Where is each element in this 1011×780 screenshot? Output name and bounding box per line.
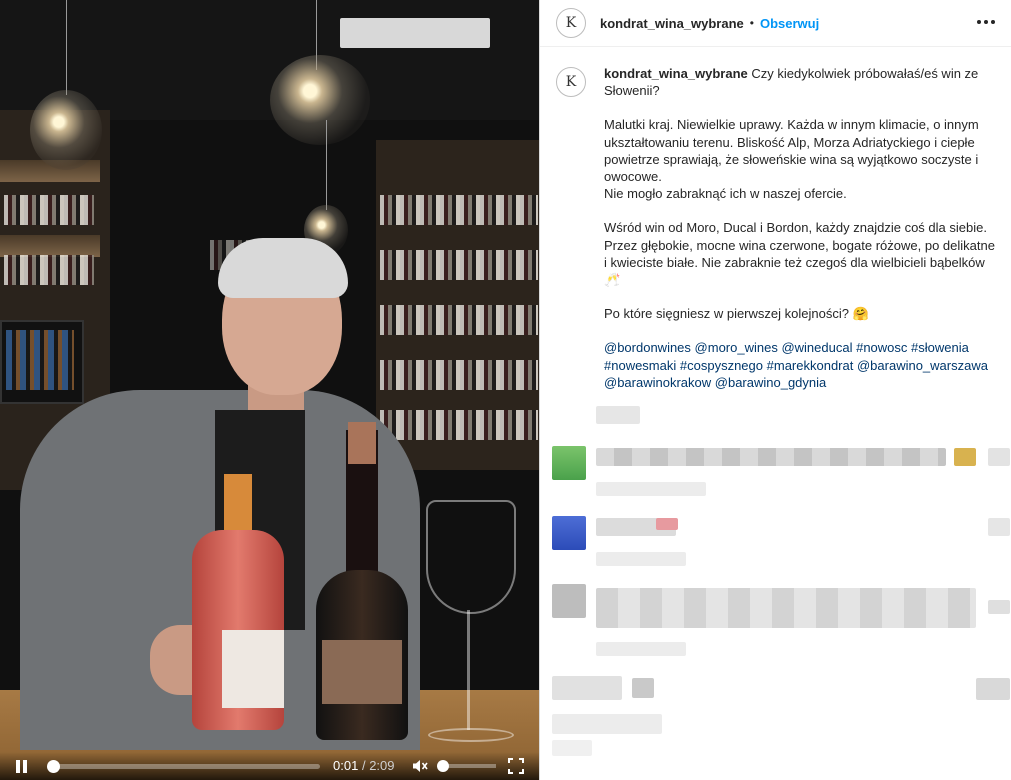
separator-dot: •	[749, 16, 754, 30]
volume-slider[interactable]	[436, 760, 496, 772]
post-sidebar: K kondrat_wina_wybrane • Obserwuj K kond…	[539, 0, 1011, 780]
progress-handle[interactable]	[47, 760, 61, 773]
volume-handle[interactable]	[436, 760, 449, 772]
header-username[interactable]: kondrat_wina_wybrane	[600, 16, 744, 31]
hashtag-link[interactable]: #słowenia	[911, 340, 969, 355]
caption-para2b: Nie mogło zabraknąć ich w naszej ofercie…	[604, 186, 847, 202]
caption-section: K kondrat_wina_wybrane Czy kiedykolwiek …	[540, 47, 1011, 391]
hashtag-link[interactable]: @barawino_warszawa	[857, 358, 988, 373]
more-options-icon[interactable]	[977, 14, 997, 30]
hashtag-link[interactable]: #cospysznego	[680, 358, 763, 373]
clinking-glasses-emoji: 🥂	[604, 272, 621, 288]
current-time: 0:01	[333, 758, 359, 773]
progress-bar[interactable]	[47, 760, 320, 773]
caption-para2: Malutki kraj. Niewielkie uprawy. Każda w…	[604, 117, 979, 185]
caption-avatar-logo: K	[565, 74, 577, 90]
caption-username[interactable]: kondrat_wina_wybrane	[604, 66, 748, 81]
caption-para3: Wśród win od Moro, Ducal i Bordon, każdy…	[604, 220, 995, 270]
post-header: K kondrat_wina_wybrane • Obserwuj	[540, 0, 1011, 47]
duration: 2:09	[369, 758, 395, 773]
volume-muted-icon[interactable]	[412, 758, 428, 774]
hashtag-link[interactable]: @barawino_gdynia	[715, 375, 827, 390]
hashtags: @bordonwines @moro_wines @wineducal #now…	[604, 339, 996, 391]
hashtag-link[interactable]: @moro_wines	[695, 340, 778, 355]
avatar[interactable]: K	[556, 8, 586, 38]
avatar-logo: K	[565, 15, 577, 31]
caption-text: kondrat_wina_wybrane Czy kiedykolwiek pr…	[604, 65, 996, 391]
hashtag-link[interactable]: #nowosc	[856, 340, 907, 355]
follow-button[interactable]: Obserwuj	[760, 16, 819, 31]
video-controls: 0:01 / 2:09	[0, 752, 539, 780]
fullscreen-icon[interactable]	[508, 758, 524, 774]
caption-avatar[interactable]: K	[556, 67, 586, 97]
hashtag-link[interactable]: #nowesmaki	[604, 358, 676, 373]
hashtag-link[interactable]: #marekkondrat	[767, 358, 854, 373]
hashtag-link[interactable]: @bordonwines	[604, 340, 691, 355]
hashtag-link[interactable]: @barawinokrakow	[604, 375, 711, 390]
video-frame	[0, 0, 539, 780]
time-display: 0:01 / 2:09	[333, 758, 395, 773]
pause-icon[interactable]	[16, 760, 28, 773]
caption-para4: Po które sięgniesz w pierwszej kolejnośc…	[604, 306, 849, 322]
video-player[interactable]: 0:01 / 2:09	[0, 0, 539, 780]
hashtag-link[interactable]: @wineducal	[781, 340, 852, 355]
hugging-face-emoji: 🤗	[852, 306, 869, 322]
time-separator: /	[361, 758, 366, 773]
